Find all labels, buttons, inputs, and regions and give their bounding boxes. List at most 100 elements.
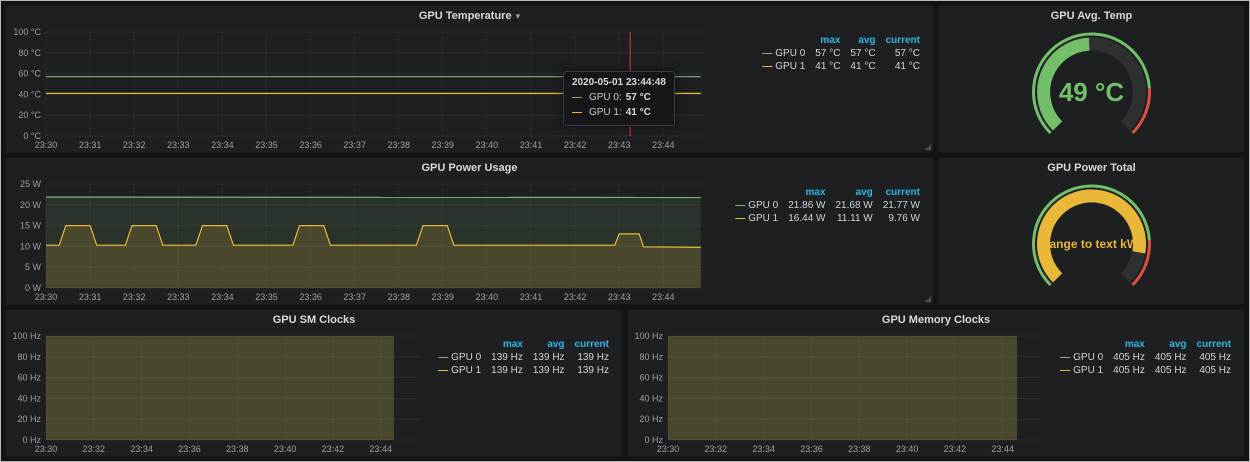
svg-text:0 Hz: 0 Hz	[644, 435, 663, 445]
legend-header-avg[interactable]: avg	[831, 186, 878, 199]
panel-header-gpu-power-usage[interactable]: GPU Power Usage	[6, 158, 933, 178]
series-color-dash-icon: —	[1060, 365, 1070, 376]
svg-text:23:44: 23:44	[652, 292, 675, 302]
panel-resize-handle[interactable]	[925, 144, 931, 150]
panel-header-gpu-sm-clocks[interactable]: GPU SM Clocks	[6, 310, 622, 330]
gpu-sm-clocks-chart-svg[interactable]: 23:3023:3223:3423:3623:3823:4023:4223:44…	[6, 330, 427, 456]
graph-tooltip: 2020-05-01 23:44:48 — GPU 0: 57 °C — GPU…	[563, 71, 675, 126]
legend-header-current[interactable]: current	[881, 34, 925, 47]
panel-title-gpu-avg-temp: GPU Avg. Temp	[1051, 10, 1133, 22]
legend-series-gpu0[interactable]: —GPU 0	[433, 351, 486, 364]
svg-text:23:31: 23:31	[79, 292, 102, 302]
svg-text:23:40: 23:40	[274, 444, 297, 454]
gpu-memory-clocks-chart-svg[interactable]: 23:30 23:32 23:34 23:36 23:38 23:40 23:42 23:44…	[628, 330, 1049, 456]
legend-row-gpu0: —GPU 0 21.86 W 21.68 W 21.77 W	[730, 199, 925, 212]
legend-header-max[interactable]: max	[810, 34, 845, 47]
series-color-dash-icon: —	[762, 61, 772, 72]
legend-series-gpu1[interactable]: —GPU 1	[730, 212, 783, 225]
panel-header-gpu-temperature[interactable]: GPU Temperature ▾	[6, 6, 933, 26]
svg-text:23:36: 23:36	[178, 444, 201, 454]
gpu-avg-temp-gauge: 49 °C	[939, 26, 1244, 152]
legend-series-gpu1[interactable]: —GPU 1	[757, 60, 810, 73]
legend-gpu-power-usage: max avg current —GPU 0 21.86 W 21.68 W 2…	[711, 178, 933, 304]
legend-gpu-memory-clocks: max avg current —GPU 0 405 Hz 405 Hz 405…	[1049, 330, 1244, 456]
dashboard-grid: GPU Temperature ▾ 23:3023:3123:3223:3323…	[1, 1, 1249, 461]
tooltip-timestamp: 2020-05-01 23:44:48	[572, 77, 666, 88]
svg-text:23:34: 23:34	[752, 444, 775, 454]
svg-text:23:37: 23:37	[343, 140, 366, 150]
legend-row-gpu1: —GPU 1 405 Hz 405 Hz 405 Hz	[1055, 364, 1236, 377]
svg-text:23:42: 23:42	[944, 444, 967, 454]
series-color-dash-icon: —	[438, 365, 448, 376]
svg-text:23:44: 23:44	[991, 444, 1014, 454]
legend-series-gpu0[interactable]: —GPU 0	[730, 199, 783, 212]
legend-header-max[interactable]: max	[1108, 338, 1150, 351]
tooltip-row: — GPU 0: 57 °C	[572, 91, 666, 106]
svg-text:23:38: 23:38	[848, 444, 871, 454]
legend-header-max[interactable]: max	[486, 338, 528, 351]
legend-row-gpu0: —GPU 0 57 °C 57 °C 57 °C	[757, 47, 925, 60]
legend-header-avg[interactable]: avg	[845, 34, 880, 47]
gpu-power-usage-chart-svg[interactable]: 23:3023:3123:3223:3323:3423:3523:3623:37…	[6, 178, 711, 304]
legend-header-max[interactable]: max	[783, 186, 830, 199]
legend-header-current[interactable]: current	[570, 338, 614, 351]
legend-header-avg[interactable]: avg	[1150, 338, 1192, 351]
svg-text:23:30: 23:30	[35, 444, 58, 454]
svg-text:80 Hz: 80 Hz	[639, 352, 663, 362]
svg-text:23:34: 23:34	[130, 444, 153, 454]
legend-gpu-temperature: max avg current —GPU 0 57 °C 57 °C 57 °C	[711, 26, 933, 152]
panel-header-gpu-avg-temp[interactable]: GPU Avg. Temp	[939, 6, 1244, 26]
legend-header-row: max avg current	[730, 186, 925, 199]
panel-title-gpu-power-total: GPU Power Total	[1047, 162, 1135, 174]
svg-text:100 °C: 100 °C	[13, 27, 41, 37]
legend-row-gpu0: —GPU 0 405 Hz 405 Hz 405 Hz	[1055, 351, 1236, 364]
svg-text:23:34: 23:34	[211, 292, 234, 302]
panel-header-gpu-power-total[interactable]: GPU Power Total	[939, 158, 1244, 178]
svg-text:23:32: 23:32	[123, 292, 146, 302]
legend-series-gpu1[interactable]: —GPU 1	[433, 364, 486, 377]
svg-text:80 °C: 80 °C	[18, 48, 41, 58]
legend-header-avg[interactable]: avg	[528, 338, 570, 351]
grafana-dashboard: GPU Temperature ▾ 23:3023:3123:3223:3323…	[0, 0, 1250, 462]
legend-row-gpu1: —GPU 1 16.44 W 11.11 W 9.76 W	[730, 212, 925, 225]
svg-text:23:43: 23:43	[608, 292, 631, 302]
svg-text:23:30: 23:30	[35, 140, 58, 150]
panel-title-gpu-power-usage: GPU Power Usage	[422, 162, 518, 174]
svg-text:23:35: 23:35	[255, 292, 278, 302]
panel-menu-caret-icon[interactable]: ▾	[516, 12, 521, 21]
svg-text:20 Hz: 20 Hz	[17, 414, 41, 424]
legend-row-gpu1: —GPU 1 41 °C 41 °C 41 °C	[757, 60, 925, 73]
panel-title-gpu-sm-clocks: GPU SM Clocks	[273, 314, 356, 326]
panel-header-gpu-memory-clocks[interactable]: GPU Memory Clocks	[628, 310, 1244, 330]
tooltip-row: — GPU 1: 41 °C	[572, 106, 666, 121]
svg-text:23:44: 23:44	[369, 444, 392, 454]
svg-text:23:30: 23:30	[35, 292, 58, 302]
legend-header-row: max avg current	[1055, 338, 1236, 351]
svg-text:23:42: 23:42	[564, 292, 587, 302]
svg-text:23:32: 23:32	[705, 444, 728, 454]
panel-gpu-power-total: GPU Power Total range to text kW	[938, 157, 1245, 305]
svg-text:23:33: 23:33	[167, 292, 190, 302]
series-color-dash-icon: —	[572, 106, 582, 121]
legend-series-gpu0[interactable]: —GPU 0	[757, 47, 810, 60]
legend-series-gpu0[interactable]: —GPU 0	[1055, 351, 1108, 364]
gpu-sm-clocks-chart[interactable]: 23:3023:3223:3423:3623:3823:4023:4223:44…	[6, 330, 427, 456]
series-color-dash-icon: —	[735, 200, 745, 211]
svg-text:23:36: 23:36	[299, 292, 322, 302]
legend-header-current[interactable]: current	[1192, 338, 1236, 351]
legend-header-row: max avg current	[757, 34, 925, 47]
gpu-power-usage-chart[interactable]: 23:3023:3123:3223:3323:3423:3523:3623:37…	[6, 178, 711, 304]
panel-gpu-avg-temp: GPU Avg. Temp 49 °C	[938, 5, 1245, 153]
legend-series-gpu1[interactable]: —GPU 1	[1055, 364, 1108, 377]
gpu-temperature-chart[interactable]: 23:3023:3123:3223:3323:3423:3523:3623:37…	[6, 26, 711, 152]
gpu-memory-clocks-chart[interactable]: 23:30 23:32 23:34 23:36 23:38 23:40 23:42 23:44…	[628, 330, 1049, 456]
svg-text:23:36: 23:36	[800, 444, 823, 454]
panel-resize-handle[interactable]	[925, 296, 931, 302]
svg-text:23:30: 23:30	[657, 444, 680, 454]
legend-header-current[interactable]: current	[878, 186, 925, 199]
svg-text:23:41: 23:41	[520, 292, 543, 302]
svg-text:100 Hz: 100 Hz	[634, 331, 663, 341]
svg-text:23:40: 23:40	[896, 444, 919, 454]
panel-gpu-memory-clocks: GPU Memory Clocks 23:3023:3223:3423:3623…	[627, 309, 1245, 457]
svg-text:range to text kW: range to text kW	[1045, 237, 1139, 251]
